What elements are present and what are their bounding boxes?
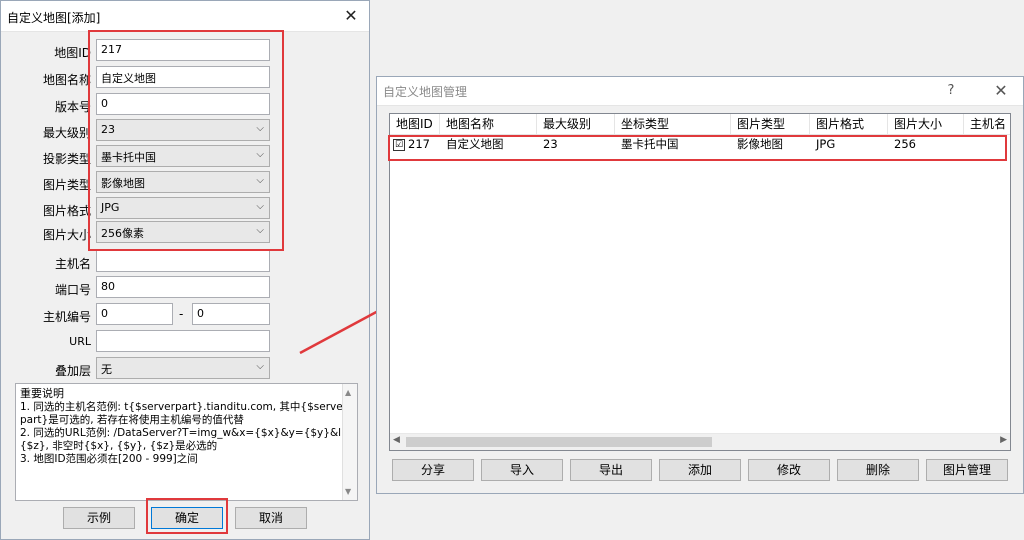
overlay-value: 无 <box>101 363 112 376</box>
column-header-host[interactable]: 主机名 <box>964 114 1010 134</box>
notes-scrollbar[interactable]: ▲ ▼ <box>342 384 357 500</box>
host-label: 主机名 <box>54 257 91 271</box>
column-header-image-type[interactable]: 图片类型 <box>731 114 810 134</box>
highlight-ok-box <box>146 498 228 534</box>
image-size-label: 图片大小 <box>42 228 91 242</box>
overlay-label: 叠加层 <box>54 364 91 378</box>
delete-button[interactable]: 删除 <box>837 459 919 481</box>
import-button[interactable]: 导入 <box>481 459 563 481</box>
note-line-1: 1. 同选的主机名范例: t{$serverpart}.tianditu.com… <box>20 401 348 426</box>
close-icon[interactable]: ✕ <box>339 4 363 28</box>
column-header-max-level[interactable]: 最大级别 <box>537 114 615 134</box>
port-input[interactable]: 80 <box>96 276 270 298</box>
host-input[interactable] <box>96 250 270 272</box>
version-label: 版本号 <box>54 100 91 114</box>
url-input[interactable] <box>96 330 270 352</box>
host-number-to-input[interactable]: 0 <box>192 303 270 325</box>
share-button[interactable]: 分享 <box>392 459 474 481</box>
projection-label: 投影类型 <box>42 152 91 166</box>
map-name-label: 地图名称 <box>42 73 91 87</box>
column-header-map-name[interactable]: 地图名称 <box>440 114 537 134</box>
image-type-label: 图片类型 <box>42 178 91 192</box>
column-header-coord-type[interactable]: 坐标类型 <box>615 114 731 134</box>
url-label: URL <box>69 335 91 348</box>
add-button[interactable]: 添加 <box>659 459 741 481</box>
manager-title: 自定义地图管理 <box>383 85 468 99</box>
port-label: 端口号 <box>54 283 91 297</box>
help-icon[interactable]: ? <box>941 81 961 101</box>
scroll-down-icon[interactable]: ▼ <box>345 485 351 498</box>
note-line-3: 3. 地图ID范围必须在[200 - 999]之间 <box>20 453 198 465</box>
max-level-label: 最大级别 <box>42 126 91 140</box>
host-number-separator: - <box>179 307 184 321</box>
map-list-grid: 地图ID 地图名称 最大级别 坐标类型 图片类型 图片格式 图片大小 主机名 ☑… <box>389 113 1011 451</box>
horizontal-scrollbar[interactable]: ◀ ▶ <box>390 433 1010 450</box>
scroll-up-icon[interactable]: ▲ <box>345 386 351 399</box>
map-manager-dialog: 自定义地图管理 ? ✕ 地图ID 地图名称 最大级别 坐标类型 图片类型 图片格… <box>376 76 1024 494</box>
column-header-image-size[interactable]: 图片大小 <box>888 114 964 134</box>
close-icon[interactable]: ✕ <box>989 79 1013 103</box>
host-number-label: 主机编号 <box>42 310 91 324</box>
column-header-map-id[interactable]: 地图ID <box>390 114 440 134</box>
notes-title: 重要说明 <box>20 387 64 400</box>
scrollbar-thumb[interactable] <box>406 437 712 447</box>
manager-titlebar: 自定义地图管理 ? ✕ <box>377 77 1023 106</box>
scroll-right-icon[interactable]: ▶ <box>1000 435 1007 445</box>
note-line-2: 2. 同选的URL范例: /DataServer?T=img_w&x={$x}&… <box>20 427 350 452</box>
overlay-select[interactable]: 无 ⌵ <box>96 357 270 379</box>
dialog-titlebar: 自定义地图[添加] ✕ <box>1 1 369 32</box>
grid-header: 地图ID 地图名称 最大级别 坐标类型 图片类型 图片格式 图片大小 主机名 <box>390 114 1010 135</box>
highlight-row-box <box>388 135 1007 161</box>
edit-button[interactable]: 修改 <box>748 459 830 481</box>
image-manage-button[interactable]: 图片管理 <box>926 459 1008 481</box>
cancel-button[interactable]: 取消 <box>235 507 307 529</box>
image-format-label: 图片格式 <box>42 204 91 218</box>
export-button[interactable]: 导出 <box>570 459 652 481</box>
column-header-image-format[interactable]: 图片格式 <box>810 114 888 134</box>
highlight-fields-box <box>88 30 284 251</box>
chevron-down-icon: ⌵ <box>256 361 264 372</box>
host-number-from-input[interactable]: 0 <box>96 303 173 325</box>
notes-textarea[interactable]: 重要说明 1. 同选的主机名范例: t{$serverpart}.tiandit… <box>15 383 358 501</box>
map-id-label: 地图ID <box>54 46 91 60</box>
example-button[interactable]: 示例 <box>63 507 135 529</box>
scroll-left-icon[interactable]: ◀ <box>393 435 400 445</box>
dialog-title: 自定义地图[添加] <box>7 11 101 25</box>
